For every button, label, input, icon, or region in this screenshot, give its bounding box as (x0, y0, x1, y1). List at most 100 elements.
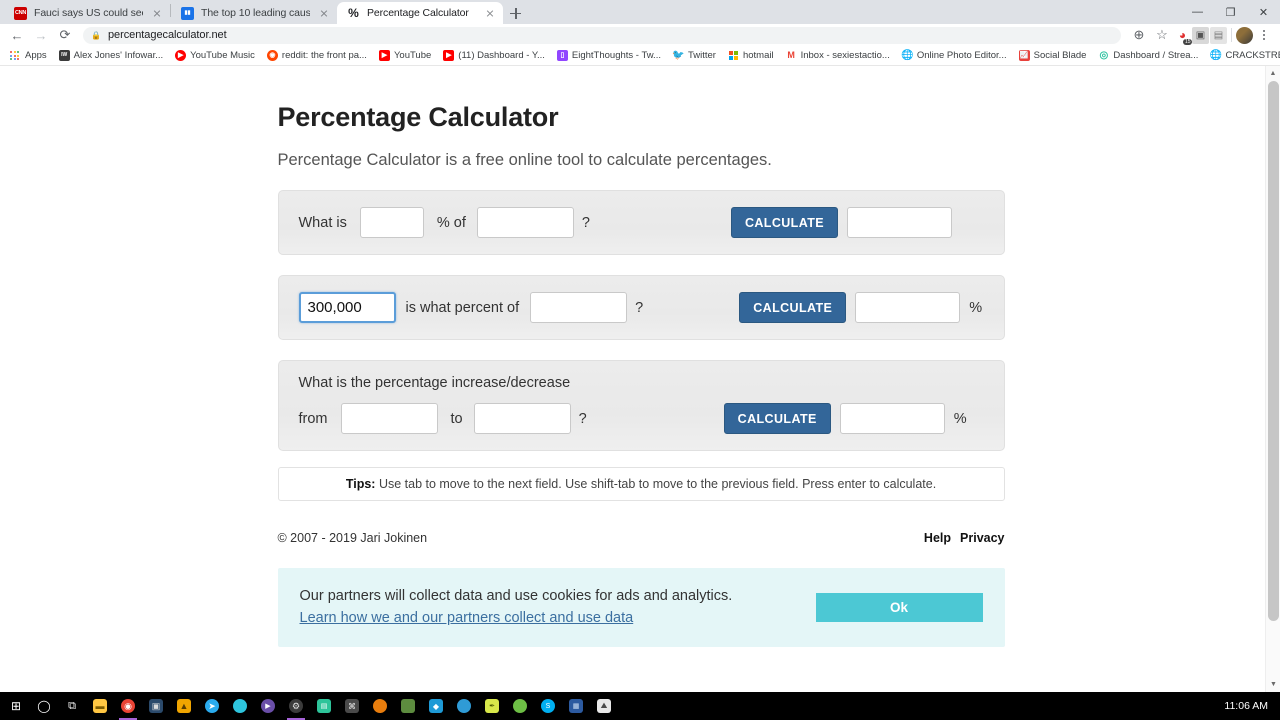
blender-icon[interactable] (366, 692, 394, 720)
scroll-down-arrow-icon[interactable]: ▼ (1266, 677, 1280, 692)
bookmark-youtube[interactable]: ▶ YouTube (373, 47, 437, 65)
adblock-extension-icon[interactable]: ◕ 15 (1174, 27, 1192, 45)
bookmark-photo-editor[interactable]: 🌐 Online Photo Editor... (896, 47, 1013, 65)
browser-tab-2-active[interactable]: % Percentage Calculator (337, 2, 503, 24)
cortana-search-icon[interactable]: ◯ (30, 692, 58, 720)
bookmark-apps[interactable]: Apps (4, 47, 53, 65)
minecraft-icon[interactable] (394, 692, 422, 720)
telegram-icon[interactable]: ➤ (198, 692, 226, 720)
calc3-to-input[interactable] (473, 403, 571, 434)
profile-avatar[interactable] (1236, 26, 1253, 44)
address-bar-url: percentagecalculator.net (107, 29, 227, 41)
bookmark-reddit[interactable]: ◉ reddit: the front pa... (261, 47, 373, 65)
tab-close-icon[interactable] (317, 6, 331, 20)
skype-icon[interactable]: S (534, 692, 562, 720)
file-explorer-icon[interactable]: ▬ (86, 692, 114, 720)
zoom-icon[interactable]: ⊕ (1128, 25, 1150, 45)
calc2-result-field[interactable] (855, 292, 961, 323)
browser-tab-1[interactable]: ▮▮ The top 10 leading causes of de: (171, 2, 337, 24)
gmail-icon: M (787, 50, 795, 60)
lock-icon: 🔒 (91, 30, 101, 40)
calc3-percent-sign: % (953, 410, 967, 427)
help-link[interactable]: Help (924, 531, 951, 545)
bookmark-twitch[interactable]: ▯ EightThoughts - Tw... (551, 47, 667, 65)
privacy-link[interactable]: Privacy (960, 531, 1004, 545)
calc3-from-input[interactable] (340, 403, 438, 434)
bookmark-label: Inbox - sexiestactio... (800, 50, 890, 61)
close-window-button[interactable]: ✕ (1247, 0, 1280, 24)
bookmark-streamlabs-dashboard[interactable]: ◎ Dashboard / Strea... (1092, 47, 1204, 65)
tab-title: The top 10 leading causes of de: (201, 7, 310, 19)
cookie-learn-more-link[interactable]: Learn how we and our partners collect an… (300, 607, 733, 629)
scrollbar-thumb[interactable] (1268, 81, 1279, 621)
calc2-base-input[interactable] (530, 292, 628, 323)
calc2-value-input[interactable] (298, 292, 396, 323)
bookmark-yt-dashboard[interactable]: ▶ (11) Dashboard - Y... (437, 47, 551, 65)
bookmark-label: YouTube Music (190, 50, 255, 61)
back-icon[interactable]: ← (6, 25, 28, 45)
unknown-extension-icon[interactable]: ▤ (1210, 26, 1227, 44)
chrome-icon[interactable]: ◉ (114, 692, 142, 720)
page-scrollbar[interactable]: ▲ ▼ (1265, 66, 1280, 692)
obs-studio-icon[interactable]: ▣ (142, 692, 170, 720)
creative-cloud-icon[interactable]: ◆ (422, 692, 450, 720)
window-controls: — ❐ ✕ (1181, 0, 1280, 24)
calc1-base-input[interactable] (476, 207, 574, 238)
tips-bar: Tips: Use tab to move to the next field.… (277, 467, 1005, 501)
cyan-orb-app-icon[interactable] (226, 692, 254, 720)
browser-window: CNN Fauci says US could see millions ▮▮ … (0, 0, 1280, 692)
calculator-icon[interactable]: ▤ (310, 692, 338, 720)
cookie-ok-button[interactable]: Ok (815, 592, 983, 622)
browser-tab-0[interactable]: CNN Fauci says US could see millions (4, 2, 170, 24)
cookie-message: Our partners will collect data and use c… (299, 588, 733, 604)
maximize-button[interactable]: ❐ (1214, 0, 1247, 24)
calc1-calculate-button[interactable]: CALCULATE (730, 207, 838, 238)
infowars-icon: IW (58, 50, 70, 61)
chrome-canary-icon[interactable]: ⚙ (282, 692, 310, 720)
tab-close-icon[interactable] (483, 6, 497, 20)
firefox-icon[interactable] (450, 692, 478, 720)
chrome-menu-icon[interactable] (1254, 25, 1274, 45)
new-tab-button[interactable] (503, 2, 529, 24)
bookmark-star-icon[interactable]: ☆ (1151, 25, 1173, 45)
tips-label: Tips: (345, 477, 376, 491)
bookmark-label: Online Photo Editor... (916, 50, 1007, 61)
forward-icon[interactable]: → (30, 25, 52, 45)
screencast-extension-icon[interactable]: ▣ (1192, 26, 1209, 44)
bookmark-label: hotmail (742, 50, 774, 61)
green-app-icon[interactable] (506, 692, 534, 720)
bookmark-gmail-inbox[interactable]: M Inbox - sexiestactio... (780, 47, 896, 65)
bookmark-hotmail[interactable]: hotmail (722, 47, 780, 65)
bookmark-infowars[interactable]: IW Alex Jones' Infowar... (53, 47, 169, 65)
percent-favicon: % (348, 6, 359, 20)
scroll-up-arrow-icon[interactable]: ▲ (1266, 66, 1280, 81)
blue-square-app-icon[interactable]: ▦ (562, 692, 590, 720)
lock-app-icon[interactable]: ▲ (170, 692, 198, 720)
start-button[interactable]: ⊞ (2, 692, 30, 720)
calc3-calculate-button[interactable]: CALCULATE (723, 403, 831, 434)
taskbar-clock[interactable]: 11:06 AM (1224, 700, 1280, 712)
address-bar[interactable]: 🔒 percentagecalculator.net (83, 26, 1121, 44)
tab-close-icon[interactable] (150, 6, 164, 20)
paint-app-icon[interactable]: ✒ (478, 692, 506, 720)
calc3-result-field[interactable] (839, 403, 945, 434)
copyright-text: © 2007 - 2019 Jari Jokinen (277, 531, 428, 545)
cnn-favicon: CNN (14, 6, 27, 20)
minimize-button[interactable]: — (1181, 0, 1214, 24)
media-player-icon[interactable]: ▶ (254, 692, 282, 720)
calc1-percent-input[interactable] (359, 207, 424, 238)
page-viewport: Percentage Calculator Percentage Calcula… (0, 66, 1280, 692)
bookmark-social-blade[interactable]: 📈 Social Blade (1013, 47, 1093, 65)
bookmark-crackstreams[interactable]: 🌐 CRACKSTREAMS (1204, 47, 1280, 65)
bookmark-label: (11) Dashboard - Y... (458, 50, 545, 61)
task-view-icon[interactable]: ⧉ (58, 692, 86, 720)
calc2-question-mark: ? (635, 299, 644, 316)
reload-icon[interactable]: ⟳ (54, 25, 76, 45)
calc2-calculate-button[interactable]: CALCULATE (739, 292, 847, 323)
bookmark-label: EightThoughts - Tw... (571, 50, 661, 61)
photos-app-icon[interactable]: ⛰ (590, 692, 618, 720)
bookmark-twitter[interactable]: 🐦 Twitter (667, 47, 722, 65)
calc1-result-field[interactable] (847, 207, 952, 238)
settings-app-icon[interactable]: ⌘ (338, 692, 366, 720)
bookmark-youtube-music[interactable]: ▶ YouTube Music (169, 47, 261, 65)
